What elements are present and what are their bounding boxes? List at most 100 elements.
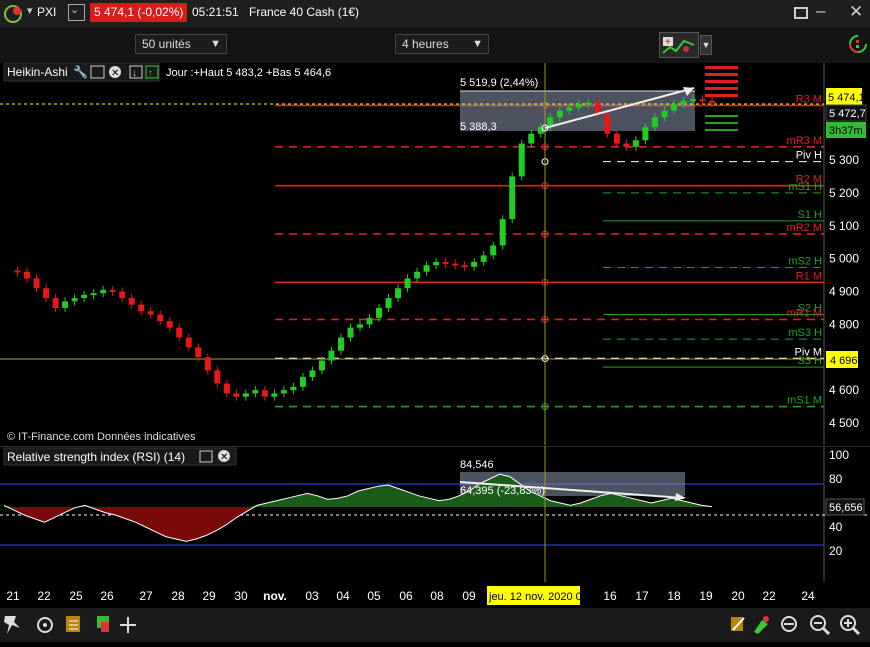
- candle: [157, 314, 164, 322]
- candle: [261, 390, 268, 397]
- x-tick-label: 09: [462, 589, 476, 603]
- candle: [195, 347, 202, 358]
- level-label: S3 H: [798, 355, 823, 367]
- rsi-high-label: 84,546: [460, 459, 494, 471]
- candle: [414, 271, 421, 279]
- candle: [566, 107, 573, 111]
- svg-text:5 474,1: 5 474,1: [828, 92, 865, 104]
- symbol-dropdown-icon[interactable]: ▾: [27, 4, 33, 17]
- candle: [128, 298, 135, 305]
- watermark: © IT-Finance.com Données indicatives: [7, 431, 196, 443]
- x-tick-label: 20: [731, 589, 745, 603]
- candle: [499, 219, 506, 246]
- symbol-settings-button[interactable]: ⌄: [68, 4, 85, 21]
- indicators-dropdown-icon[interactable]: ▼: [700, 35, 712, 55]
- x-tick-label: 17: [635, 589, 649, 603]
- candle: [223, 383, 230, 394]
- candle: [147, 311, 154, 315]
- rsi-y-tick-label: 80: [829, 472, 843, 486]
- candle: [100, 289, 107, 294]
- price-chart[interactable]: R3 MmR3 MPiv HR2 MmS1 HS1 HmR2 MmS2 HR1 …: [0, 63, 870, 445]
- move-icon[interactable]: [120, 617, 136, 633]
- svg-text:5 472,7: 5 472,7: [829, 108, 866, 120]
- candle: [623, 143, 630, 147]
- chevron-down-icon: ▼: [472, 38, 483, 50]
- level-label: R1 M: [796, 270, 822, 282]
- rsi-y-tick-label: 100: [829, 448, 849, 462]
- candle: [423, 265, 430, 272]
- title-bar: ▾ PXI ⌄ 5 474,1 (-0,02%) 05:21:51 France…: [0, 0, 870, 27]
- drawing-list-icon[interactable]: [66, 616, 80, 632]
- candle: [43, 288, 50, 299]
- y-tick-label: 5 300: [829, 153, 859, 167]
- x-tick-label: 08: [430, 589, 444, 603]
- timeframe-select[interactable]: 4 heures ▼: [395, 34, 489, 54]
- candle: [632, 140, 639, 147]
- candle: [556, 110, 563, 118]
- candle: [376, 307, 383, 318]
- y-tick-label: 4 900: [829, 285, 859, 299]
- level-label: S1 H: [798, 209, 823, 221]
- x-tick-label: 18: [667, 589, 681, 603]
- candle: [471, 261, 478, 267]
- pencil-icon[interactable]: [731, 617, 745, 631]
- candle: [518, 143, 525, 177]
- candle: [119, 291, 126, 299]
- candle: [166, 321, 173, 328]
- symbol-label[interactable]: PXI: [37, 5, 56, 19]
- x-tick-label: 05: [367, 589, 381, 603]
- instrument-name: France 40 Cash (1€): [249, 5, 360, 19]
- level-label: mS1 H: [788, 181, 822, 193]
- candle: [71, 298, 78, 302]
- svg-text:jeu. 12 nov. 2020 05:00: jeu. 12 nov. 2020 05:00: [488, 591, 603, 603]
- candle: [452, 263, 459, 266]
- candle: [670, 104, 677, 111]
- price-change-badge: 5 474,1 (-0,02%): [90, 3, 188, 22]
- units-select[interactable]: 50 unités ▼: [135, 34, 227, 54]
- y-tick-label: 5 100: [829, 219, 859, 233]
- candle: [575, 104, 582, 108]
- svg-text:✕: ✕: [111, 68, 119, 79]
- zoom-fit-icon[interactable]: [781, 616, 797, 632]
- rsi-chart[interactable]: 84,546 64,395 (-23,83%) Relative strengt…: [0, 446, 870, 582]
- close-icon[interactable]: ✕: [849, 2, 863, 22]
- candle: [357, 324, 363, 328]
- units-select-value: 50 unités: [142, 37, 191, 51]
- candle: [585, 102, 592, 105]
- time-axis[interactable]: 2122252627282930nov.03040506080910161718…: [0, 583, 870, 608]
- candle: [404, 278, 411, 289]
- svg-text:56,656: 56,656: [829, 502, 863, 514]
- candle: [185, 337, 192, 348]
- chevron-down-icon: ⌄: [70, 4, 80, 16]
- rsi-legend-title: Relative strength index (RSI) (14): [7, 450, 185, 464]
- candle: [709, 100, 715, 103]
- candle: [442, 261, 449, 264]
- candle: [138, 304, 145, 312]
- candle: [680, 100, 687, 105]
- sync-icon[interactable]: [37, 617, 53, 633]
- restore-icon[interactable]: [794, 7, 808, 19]
- candle: [33, 278, 40, 289]
- pin-icon[interactable]: [4, 616, 20, 634]
- candle: [299, 376, 306, 387]
- y-tick-label: 4 500: [829, 416, 859, 430]
- candle: [490, 245, 497, 256]
- indicators-button[interactable]: +: [659, 32, 699, 58]
- candle: [90, 293, 97, 296]
- candle: [689, 99, 696, 102]
- svg-text:↓: ↓: [132, 68, 137, 79]
- candle: [395, 288, 402, 299]
- brush-icon[interactable]: [754, 616, 769, 634]
- zoom-in-icon[interactable]: [840, 615, 861, 636]
- level-label: mR3 M: [787, 135, 822, 147]
- zoom-out-icon[interactable]: [810, 615, 831, 636]
- right-tools: [731, 615, 861, 636]
- objects-icon[interactable]: [97, 616, 109, 632]
- candle: [604, 113, 611, 134]
- annotation-top-label: 5 519,9 (2,44%): [460, 77, 538, 89]
- buy-sell-icon[interactable]: [848, 33, 868, 57]
- wrench-icon[interactable]: 🔧: [73, 64, 88, 79]
- candle: [280, 390, 287, 394]
- minimize-icon[interactable]: –: [816, 1, 825, 21]
- y-tick-label: 5 000: [829, 252, 859, 266]
